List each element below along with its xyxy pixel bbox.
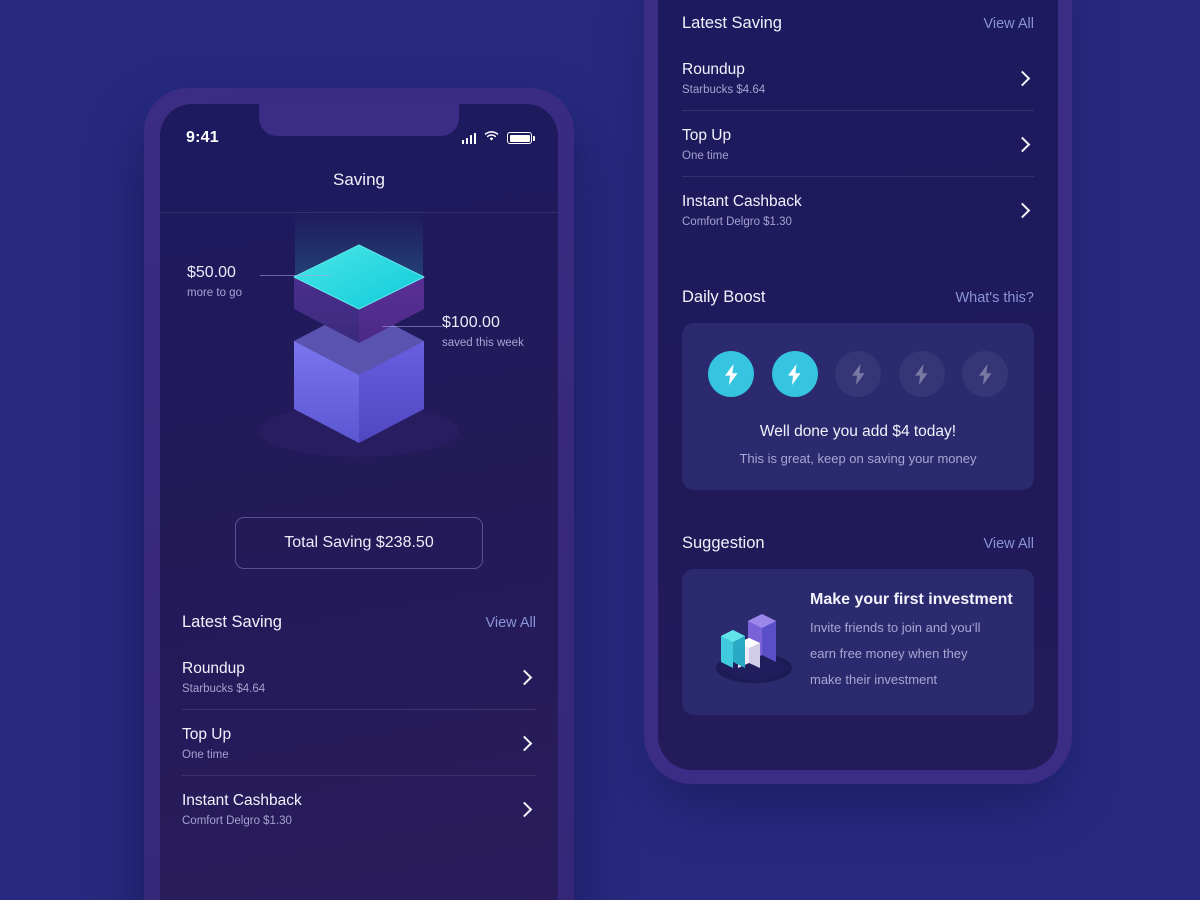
screenshot-stage: 9:41 Saving $50.00 more to go $100.00 sa… [0,0,1200,900]
detail-panel-content: Latest Saving View All Roundup Starbucks… [658,14,1058,715]
daily-boost-message: Well done you add $4 today! [759,423,957,440]
lightning-bolt-icon[interactable] [962,351,1008,397]
suggestion-card-body-line: Invite friends to join and you‘ll [810,620,981,635]
suggestion-header: Suggestion View All [682,534,1034,553]
status-icons [461,129,535,147]
chevron-right-icon[interactable] [516,669,533,686]
suggestion-card-title: Make your first investment [810,591,1013,608]
list-item-subtitle: Starbucks $4.64 [182,683,266,695]
list-item-title: Instant Cashback [682,193,802,210]
latest-saving-header: Latest Saving View All [160,613,558,632]
chevron-right-icon[interactable] [1014,70,1031,87]
daily-boost-card: Well done you add $4 today! This is grea… [682,323,1034,490]
list-item[interactable]: Top Up One time [682,111,1034,177]
remaining-label: more to go [187,287,242,299]
daily-boost-submessage: This is great, keep on saving your money [739,451,977,466]
remaining-amount: $50.00 [187,264,236,281]
chart-label-saved: $100.00 saved this week [442,313,534,351]
saved-amount: $100.00 [442,314,500,331]
list-item-subtitle: Comfort Delgro $1.30 [182,815,292,827]
page-title: Saving [333,170,385,189]
latest-saving-view-all-link[interactable]: View All [485,615,536,631]
total-saving-button[interactable]: Total Saving $238.50 [235,517,483,569]
suggestion-view-all-link[interactable]: View All [983,536,1034,552]
saving-chart: $50.00 more to go $100.00 saved this wee… [160,213,558,513]
suggestion-title: Suggestion [682,534,765,552]
list-item-subtitle: One time [182,749,229,761]
list-item-subtitle: Comfort Delgro $1.30 [682,216,792,228]
chevron-right-icon[interactable] [1014,202,1031,219]
panel-latest-saving-list: Roundup Starbucks $4.64 Top Up One time … [682,45,1034,242]
daily-boost-whats-this-link[interactable]: What's this? [955,290,1034,306]
list-item-title: Top Up [682,127,732,144]
chevron-right-icon[interactable] [516,801,533,818]
battery-full-icon [507,132,535,144]
list-item-title: Roundup [182,660,245,677]
suggestion-card[interactable]: Make your first investment Invite friend… [682,569,1034,715]
list-item[interactable]: Roundup Starbucks $4.64 [682,45,1034,111]
cellular-signal-icon [461,132,476,144]
saved-label: saved this week [442,337,524,349]
leader-line-remaining [260,275,332,276]
panel-latest-saving-header: Latest Saving View All [682,14,1034,33]
lightning-bolt-icon[interactable] [898,351,945,397]
lightning-bolt-icon[interactable] [771,351,818,397]
daily-boost-header: Daily Boost What's this? [682,288,1034,307]
panel-latest-saving-title: Latest Saving [682,14,782,32]
list-item-title: Instant Cashback [182,792,302,809]
chevron-right-icon[interactable] [516,735,533,752]
list-item-subtitle: One time [682,150,729,162]
suggestion-card-text: Make your first investment Invite friend… [810,591,1014,693]
chart-label-remaining: $50.00 more to go [187,263,242,301]
phone-screen: 9:41 Saving $50.00 more to go $100.00 sa… [160,104,558,900]
status-time: 9:41 [186,129,219,146]
leader-line-saved [382,326,442,327]
list-item[interactable]: Roundup Starbucks $4.64 [182,644,536,710]
chevron-right-icon[interactable] [1014,136,1031,153]
suggestion-card-body-line: make their investment [810,672,938,687]
wifi-icon [484,129,499,147]
latest-saving-title: Latest Saving [182,613,282,631]
list-item-title: Roundup [682,61,745,78]
saving-chart-graphic [259,213,459,457]
daily-boost-bolts [704,351,1012,397]
bar-chart-3d-icon [702,592,806,692]
list-item-subtitle: Starbucks $4.64 [682,84,766,96]
phone-mockup: 9:41 Saving $50.00 more to go $100.00 sa… [144,88,574,900]
list-item[interactable]: Instant Cashback Comfort Delgro $1.30 [182,776,536,841]
lightning-bolt-icon[interactable] [835,351,881,397]
list-item-title: Top Up [182,726,232,743]
detail-panel: Latest Saving View All Roundup Starbucks… [658,0,1058,770]
phone-notch [259,104,459,136]
daily-boost-title: Daily Boost [682,288,766,306]
lightning-bolt-icon[interactable] [708,351,754,397]
latest-saving-list: Roundup Starbucks $4.64 Top Up One time … [160,644,558,841]
panel-latest-saving-view-all-link[interactable]: View All [983,16,1034,32]
list-item[interactable]: Instant Cashback Comfort Delgro $1.30 [682,177,1034,242]
suggestion-card-body: Invite friends to join and you‘ll earn f… [810,615,1014,693]
suggestion-card-body-line: earn free money when they [810,646,968,661]
list-item[interactable]: Top Up One time [182,710,536,776]
